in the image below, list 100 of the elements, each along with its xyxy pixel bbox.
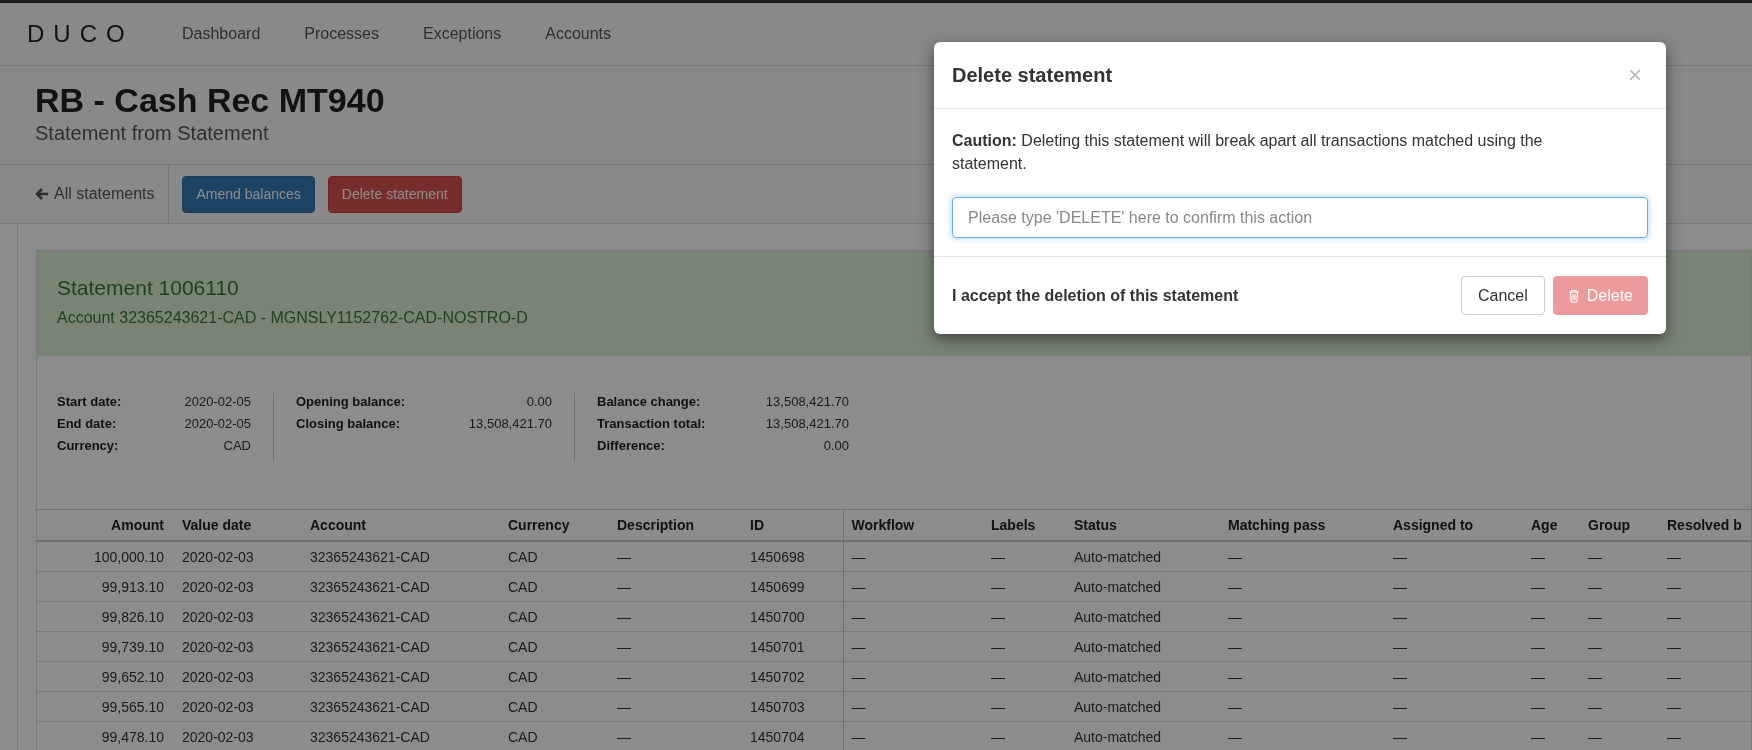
- table-cell: —: [1580, 721, 1659, 750]
- table-cell: —: [1523, 661, 1580, 692]
- table-cell: —: [1523, 541, 1580, 572]
- table-cell: 32365243621-CAD: [302, 541, 500, 572]
- table-cell: CAD: [500, 691, 609, 722]
- table-cell: —: [843, 541, 983, 572]
- table-cell: Auto-matched: [1066, 541, 1220, 572]
- detail-value: 0.00: [822, 437, 849, 454]
- table-cell: —: [1220, 541, 1385, 572]
- table-cell: CAD: [500, 721, 609, 750]
- delete-statement-button[interactable]: Delete statement: [327, 175, 462, 213]
- column-header[interactable]: Group: [1580, 510, 1659, 541]
- table-cell: —: [609, 721, 742, 750]
- column-header[interactable]: Account: [302, 510, 500, 541]
- table-cell: Auto-matched: [1066, 661, 1220, 692]
- table-cell: 99,913.10: [37, 571, 174, 602]
- statement-title: Statement 1006110: [57, 275, 239, 301]
- detail-label: Currency:: [57, 437, 120, 454]
- nav-link[interactable]: Accounts: [545, 25, 612, 43]
- table-cell: —: [983, 541, 1066, 572]
- table-cell: 32365243621-CAD: [302, 661, 500, 692]
- table-cell: —: [983, 571, 1066, 602]
- detail-value: CAD: [222, 437, 251, 454]
- table-cell: Auto-matched: [1066, 631, 1220, 662]
- table-cell: —: [1220, 571, 1385, 602]
- column-header[interactable]: Description: [609, 510, 742, 541]
- column-header[interactable]: Labels: [983, 510, 1066, 541]
- nav-link[interactable]: Processes: [304, 25, 379, 43]
- table-cell: —: [1385, 661, 1523, 692]
- table-cell: —: [1580, 661, 1659, 692]
- table-cell: Auto-matched: [1066, 571, 1220, 602]
- table-cell: 1450703: [742, 691, 843, 722]
- column-header[interactable]: Status: [1066, 510, 1220, 541]
- detail-value: 13,508,421.70: [467, 415, 552, 432]
- column-header[interactable]: Assigned to: [1385, 510, 1523, 541]
- table-cell: —: [1659, 631, 1751, 662]
- table-cell: —: [1523, 571, 1580, 602]
- column-header[interactable]: Workflow: [843, 510, 983, 541]
- detail-value: 2020-02-05: [183, 393, 251, 410]
- detail-value: 2020-02-05: [183, 415, 251, 432]
- logo[interactable]: DUCO: [27, 20, 182, 48]
- cancel-button[interactable]: Cancel: [1460, 276, 1545, 315]
- column-header[interactable]: Resolved b: [1659, 510, 1751, 541]
- detail-label: Opening balance:: [296, 393, 407, 410]
- back-link[interactable]: All statements: [0, 165, 170, 223]
- detail-label: Start date:: [57, 393, 123, 410]
- table-cell: 99,652.10: [37, 661, 174, 692]
- table-cell: 32365243621-CAD: [302, 571, 500, 602]
- table-cell: —: [1220, 721, 1385, 750]
- table-cell: —: [1523, 721, 1580, 750]
- table-cell: —: [843, 631, 983, 662]
- table-cell: 99,565.10: [37, 691, 174, 722]
- table-cell: —: [1523, 631, 1580, 662]
- table-cell: Auto-matched: [1066, 721, 1220, 750]
- table-cell: —: [1220, 691, 1385, 722]
- table-cell: —: [843, 691, 983, 722]
- table-cell: —: [1220, 631, 1385, 662]
- nav-link[interactable]: Dashboard: [182, 25, 261, 43]
- table-cell: —: [1659, 691, 1751, 722]
- column-header[interactable]: Currency: [500, 510, 609, 541]
- table-cell: CAD: [500, 631, 609, 662]
- table-cell: —: [1580, 691, 1659, 722]
- column-header[interactable]: Matching pass: [1220, 510, 1385, 541]
- table-cell: —: [983, 661, 1066, 692]
- table-cell: —: [609, 601, 742, 632]
- detail-label: Transaction total:: [597, 415, 707, 432]
- table-cell: 1450698: [742, 541, 843, 572]
- table-cell: Auto-matched: [1066, 601, 1220, 632]
- table-cell: —: [609, 631, 742, 662]
- amend-balances-button[interactable]: Amend balances: [182, 175, 315, 213]
- table-cell: —: [1385, 631, 1523, 662]
- table-cell: CAD: [500, 541, 609, 572]
- table-cell: —: [609, 661, 742, 692]
- table-cell: CAD: [500, 661, 609, 692]
- table-cell: 2020-02-03: [174, 571, 302, 602]
- table-cell: —: [983, 631, 1066, 662]
- table-cell: CAD: [500, 601, 609, 632]
- confirm-input-field[interactable]: Please type 'DELETE' here to confirm this action: [952, 197, 1648, 238]
- column-header[interactable]: Amount: [37, 510, 174, 541]
- detail-value: 13,508,421.70: [764, 415, 849, 432]
- table-cell: —: [1385, 721, 1523, 750]
- detail-label: End date:: [57, 415, 118, 432]
- table-cell: —: [1580, 631, 1659, 662]
- table-cell: —: [1659, 601, 1751, 632]
- column-header[interactable]: ID: [742, 510, 843, 541]
- table-cell: —: [1659, 541, 1751, 572]
- column-header[interactable]: Age: [1523, 510, 1580, 541]
- detail-label: Difference:: [597, 437, 666, 454]
- table-cell: 1450704: [742, 721, 843, 750]
- column-header[interactable]: Value date: [174, 510, 302, 541]
- detail-value: 0.00: [525, 393, 552, 410]
- table-cell: 2020-02-03: [174, 691, 302, 722]
- nav-link[interactable]: Exceptions: [423, 25, 502, 43]
- table-cell: 2020-02-03: [174, 631, 302, 662]
- table-cell: 1450701: [742, 631, 843, 662]
- table-cell: —: [1580, 571, 1659, 602]
- table-cell: CAD: [500, 571, 609, 602]
- table-cell: —: [1659, 721, 1751, 750]
- table-cell: —: [1220, 661, 1385, 692]
- table-cell: 32365243621-CAD: [302, 691, 500, 722]
